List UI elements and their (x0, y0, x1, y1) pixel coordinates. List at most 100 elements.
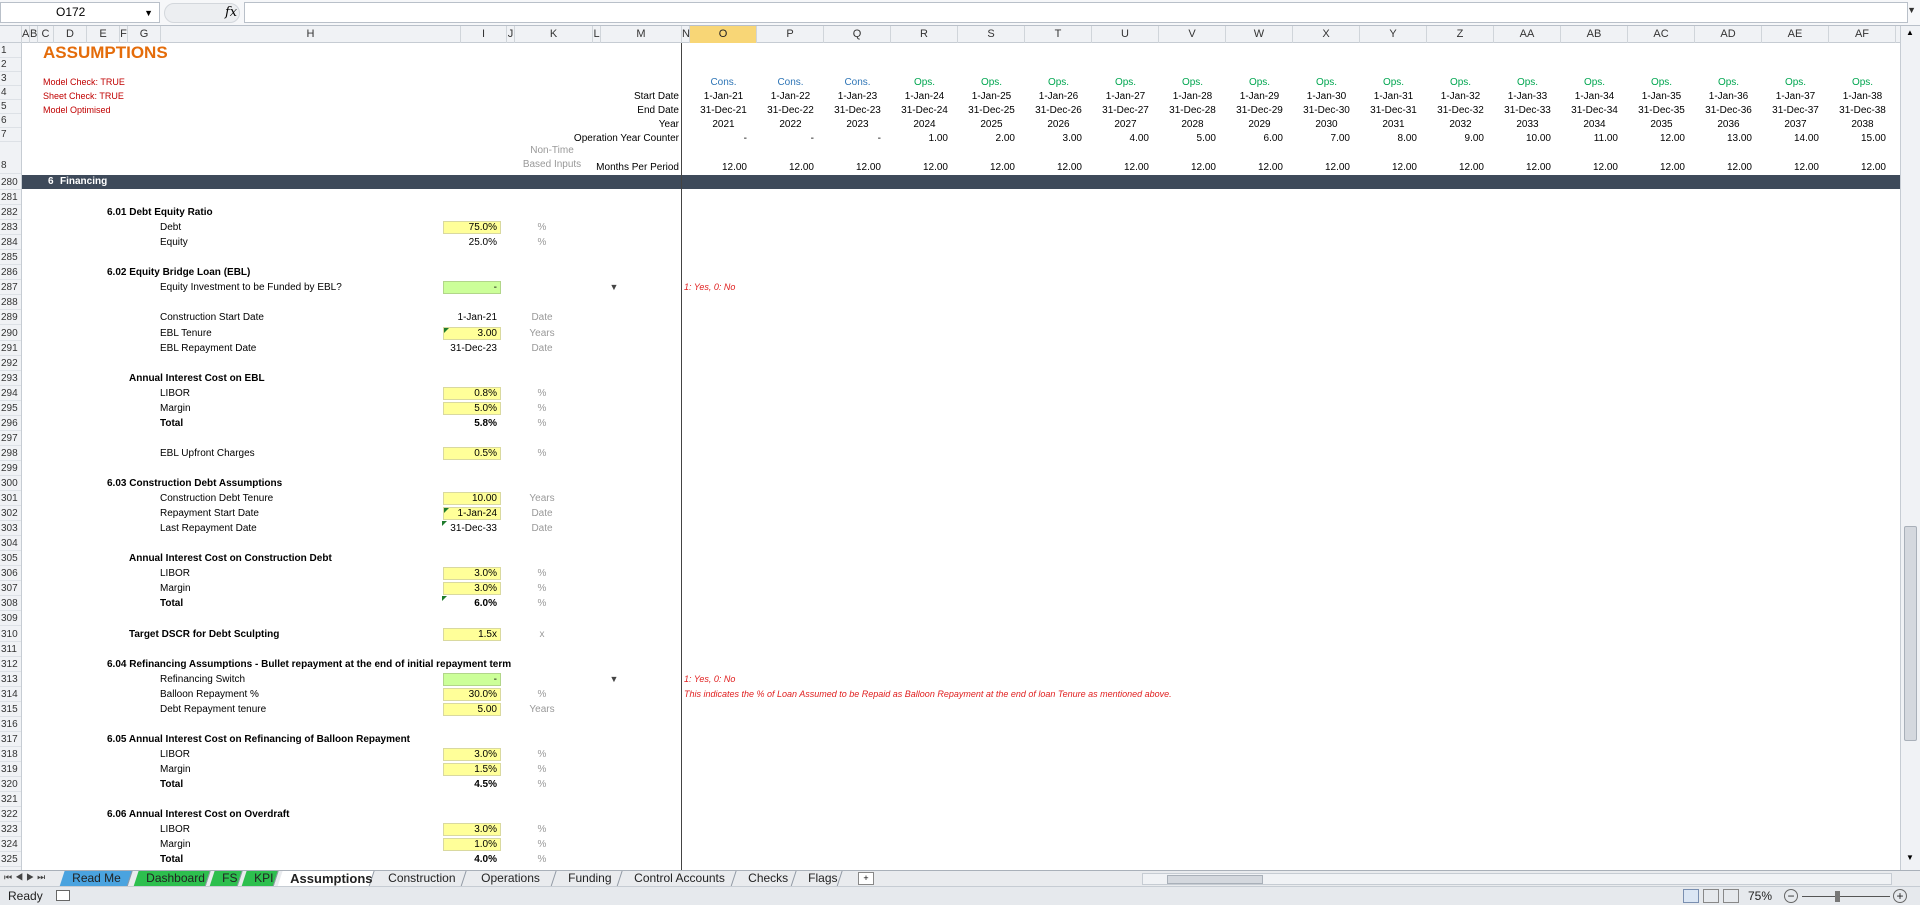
column-header[interactable]: Z (1427, 26, 1494, 43)
ebl-switch-input[interactable]: - (443, 281, 501, 295)
new-sheet-icon[interactable]: + (858, 872, 874, 885)
column-header[interactable]: R (891, 26, 958, 43)
column-header[interactable]: AB (1561, 26, 1628, 43)
column-header[interactable]: M (601, 26, 682, 43)
sheet-tab[interactable]: Construction (375, 871, 467, 887)
row-header[interactable]: 301 (0, 491, 21, 507)
repay-start-input[interactable]: 1-Jan-24 (443, 507, 501, 521)
ebl-margin-input[interactable]: 5.0% (443, 401, 501, 415)
row-header[interactable]: 312 (0, 657, 21, 672)
row-header[interactable]: 323 (0, 822, 21, 838)
column-header[interactable]: B (30, 26, 38, 43)
row-header[interactable]: 287 (0, 280, 21, 296)
row-header[interactable]: 4 (0, 85, 21, 100)
column-header[interactable]: A (22, 26, 30, 43)
row-header[interactable]: 298 (0, 446, 21, 461)
scroll-up-icon[interactable]: ▲ (1906, 28, 1914, 37)
column-header[interactable]: X (1293, 26, 1360, 43)
row-header[interactable]: 1 (0, 43, 21, 58)
cd-margin-input[interactable]: 3.0% (443, 582, 501, 596)
row-header[interactable]: 5 (0, 99, 21, 114)
debt-input[interactable]: 75.0% (443, 221, 501, 235)
dropdown-arrow-icon[interactable]: ▼ (604, 280, 624, 295)
row-header[interactable]: 7 (0, 127, 21, 142)
ebl-upfront-input[interactable]: 0.5% (443, 446, 501, 460)
column-header[interactable]: U (1092, 26, 1159, 43)
zoom-level[interactable]: 75% (1748, 887, 1772, 905)
sheet-tab[interactable]: Control Accounts (621, 871, 737, 887)
row-header[interactable]: 297 (0, 431, 21, 446)
sheet-tab[interactable]: Assumptions (277, 871, 375, 887)
row-header[interactable]: 310 (0, 627, 21, 642)
row-header[interactable]: 300 (0, 476, 21, 491)
expand-formula-bar-icon[interactable]: ▼ (1907, 5, 1916, 15)
zoom-slider[interactable] (1802, 896, 1890, 897)
row-header[interactable]: 286 (0, 265, 21, 281)
column-header[interactable]: H (161, 26, 461, 43)
column-header[interactable]: E (87, 26, 120, 43)
column-header[interactable]: AD (1695, 26, 1762, 43)
column-header[interactable]: S (958, 26, 1025, 43)
refi-switch-input[interactable]: - (443, 672, 501, 686)
row-header[interactable]: 314 (0, 687, 21, 702)
ebl-libor-input[interactable]: 0.8% (443, 386, 501, 400)
column-header[interactable]: L (593, 26, 601, 43)
fx-icon[interactable]: fx (225, 5, 237, 20)
od-libor-input[interactable]: 3.0% (443, 823, 501, 837)
row-header[interactable]: 294 (0, 386, 21, 401)
name-box[interactable]: O172 ▼ (0, 2, 160, 23)
horizontal-scroll-thumb[interactable] (1167, 875, 1263, 884)
row-header[interactable]: 302 (0, 506, 21, 522)
column-header[interactable]: AE (1762, 26, 1829, 43)
row-header[interactable]: 305 (0, 551, 21, 567)
row-header[interactable]: 281 (0, 190, 21, 206)
row-header[interactable]: 317 (0, 732, 21, 747)
row-header[interactable]: 3 (0, 71, 21, 86)
row-header[interactable]: 292 (0, 356, 21, 371)
row-header[interactable]: 282 (0, 205, 21, 221)
scroll-down-icon[interactable]: ▼ (1906, 853, 1914, 862)
row-header[interactable]: 306 (0, 566, 21, 582)
row-header[interactable]: 304 (0, 536, 21, 552)
column-header[interactable]: G (128, 26, 161, 43)
column-header[interactable]: C (38, 26, 54, 43)
row-header[interactable]: 309 (0, 611, 21, 627)
row-header[interactable]: 324 (0, 837, 21, 853)
column-header[interactable]: AA (1494, 26, 1561, 43)
column-header[interactable]: Q (824, 26, 891, 43)
row-header[interactable]: 283 (0, 220, 21, 236)
row-header[interactable]: 289 (0, 310, 21, 326)
horizontal-scrollbar[interactable] (1142, 873, 1892, 885)
row-header[interactable]: 290 (0, 326, 21, 341)
column-header[interactable]: P (757, 26, 824, 43)
tab-nav-icons[interactable]: ⏮◀▶⏭ (4, 872, 48, 883)
column-header[interactable]: AC (1628, 26, 1695, 43)
cd-libor-input[interactable]: 3.0% (443, 567, 501, 581)
debt-tenure-input[interactable]: 5.00 (443, 702, 501, 716)
row-header[interactable]: 285 (0, 250, 21, 266)
row-header[interactable]: 315 (0, 702, 21, 717)
column-header[interactable]: F (120, 26, 128, 43)
ebl-tenure-input[interactable]: 3.00 (443, 326, 501, 340)
worksheet-grid[interactable]: ASSUMPTIONS Model Check: TRUE Sheet Chec… (22, 43, 1900, 870)
zoom-in-icon[interactable]: + (1893, 889, 1907, 903)
row-header[interactable]: 308 (0, 596, 21, 612)
macro-record-icon[interactable] (56, 890, 70, 901)
column-header[interactable]: D (54, 26, 87, 43)
page-layout-view-icon[interactable] (1703, 889, 1719, 903)
sheet-tab[interactable]: KPI (241, 871, 279, 887)
vertical-scroll-thumb[interactable] (1904, 526, 1917, 741)
row-header[interactable]: 319 (0, 762, 21, 777)
row-header[interactable]: 322 (0, 807, 21, 823)
column-header[interactable]: I (461, 26, 507, 43)
column-header[interactable]: T (1025, 26, 1092, 43)
column-header[interactable]: O (690, 26, 757, 43)
row-header[interactable]: 318 (0, 747, 21, 762)
column-header[interactable]: J (507, 26, 515, 43)
refi-libor-input[interactable]: 3.0% (443, 747, 501, 761)
normal-view-icon[interactable] (1683, 889, 1699, 903)
refi-margin-input[interactable]: 1.5% (443, 762, 501, 776)
sheet-tab[interactable]: Operations (465, 871, 557, 887)
row-header[interactable]: 284 (0, 235, 21, 251)
row-header[interactable]: 288 (0, 295, 21, 311)
